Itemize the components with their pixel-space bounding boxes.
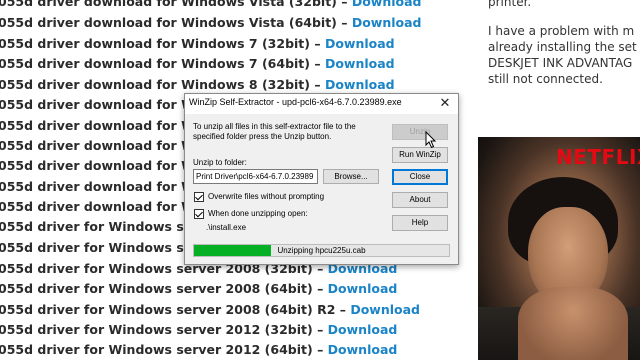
overwrite-label: Overwrite files without prompting [208, 192, 325, 201]
row-text: 055d driver for Windows server 2012 (32b… [0, 322, 328, 337]
row-text: 055d driver for Windows server 2012 (64b… [0, 342, 328, 357]
download-link[interactable]: Download [328, 342, 398, 357]
unzip-progress-bar: Unzipping hpcu225u.cab [193, 244, 450, 257]
about-button[interactable]: About [392, 192, 448, 208]
list-item: 055d driver for Windows server 2008 (64b… [0, 302, 420, 322]
browse-button[interactable]: Browse... [323, 169, 379, 184]
mouse-pointer-icon [425, 131, 437, 149]
list-item: 055d driver for Windows server 2012 (32b… [0, 322, 397, 342]
download-link[interactable]: Download [328, 281, 398, 296]
row-text: 055d driver for Windows server 2008 (64b… [0, 302, 351, 317]
list-item: 055d driver download for Windows Vista (… [0, 15, 422, 35]
row-text: 055d driver download for Windows Vista (… [0, 0, 352, 9]
comment-text-line: already installing the set [488, 40, 637, 54]
row-text: 055d driver download for Windows 7 (64bi… [0, 56, 325, 71]
list-item: 055d driver for Windows server 2012 (64b… [0, 342, 397, 362]
unzip-to-label: Unzip to folder: [193, 158, 247, 167]
comment-text-line: I have a problem with m [488, 24, 635, 38]
comment-text-line: DESKJET INK ADVANTAG [488, 56, 633, 70]
help-button[interactable]: Help [392, 215, 448, 231]
list-item: 055d driver download for Windows 7 (32bi… [0, 36, 395, 56]
close-button[interactable]: Close [392, 169, 448, 185]
list-item: 055d driver download for Windows Vista (… [0, 0, 422, 14]
list-item: 055d driver download for Windows 7 (64bi… [0, 56, 395, 76]
unzip-folder-input[interactable] [193, 169, 318, 184]
progress-status-text: Unzipping hpcu225u.cab [277, 246, 366, 255]
row-text: 055d driver download for Windows 8 (32bi… [0, 77, 325, 92]
run-winzip-button[interactable]: Run WinZip [392, 147, 448, 163]
video-thumbnail[interactable] [478, 137, 640, 360]
download-link[interactable]: Download [352, 0, 422, 9]
dialog-description: To unzip all files in this self-extracto… [193, 122, 356, 141]
download-link[interactable]: Download [325, 77, 395, 92]
download-link[interactable]: Download [325, 56, 395, 71]
unzip-button[interactable]: Unzip [392, 124, 448, 140]
winzip-dialog: WinZip Self-Extractor - upd-pcl6-x64-6.7… [184, 93, 459, 265]
overwrite-checkbox[interactable] [194, 192, 204, 202]
when-done-checkbox[interactable] [194, 209, 204, 219]
comment-text-line: printer. [488, 0, 532, 9]
open-file-value: .\install.exe [206, 223, 247, 232]
when-done-label: When done unzipping open: [208, 209, 308, 218]
close-icon[interactable]: ✕ [437, 95, 453, 111]
download-link[interactable]: Download [352, 15, 422, 30]
download-link[interactable]: Download [350, 302, 420, 317]
netflix-logo: NETFLIX [556, 145, 640, 169]
dialog-title: WinZip Self-Extractor - upd-pcl6-x64-6.7… [189, 97, 402, 107]
row-text: 055d driver download for Windows Vista (… [0, 15, 352, 30]
row-text: 055d driver for Windows server 2008 (64b… [0, 281, 328, 296]
dialog-titlebar[interactable]: WinZip Self-Extractor - upd-pcl6-x64-6.7… [185, 94, 458, 114]
comment-text-line: still not connected. [488, 72, 603, 86]
download-link[interactable]: Download [325, 36, 395, 51]
video-figure-hands [518, 287, 628, 360]
row-text: 055d driver download for Windows 7 (32bi… [0, 36, 325, 51]
download-link[interactable]: Download [328, 322, 398, 337]
list-item: 055d driver for Windows server 2008 (64b… [0, 281, 397, 301]
